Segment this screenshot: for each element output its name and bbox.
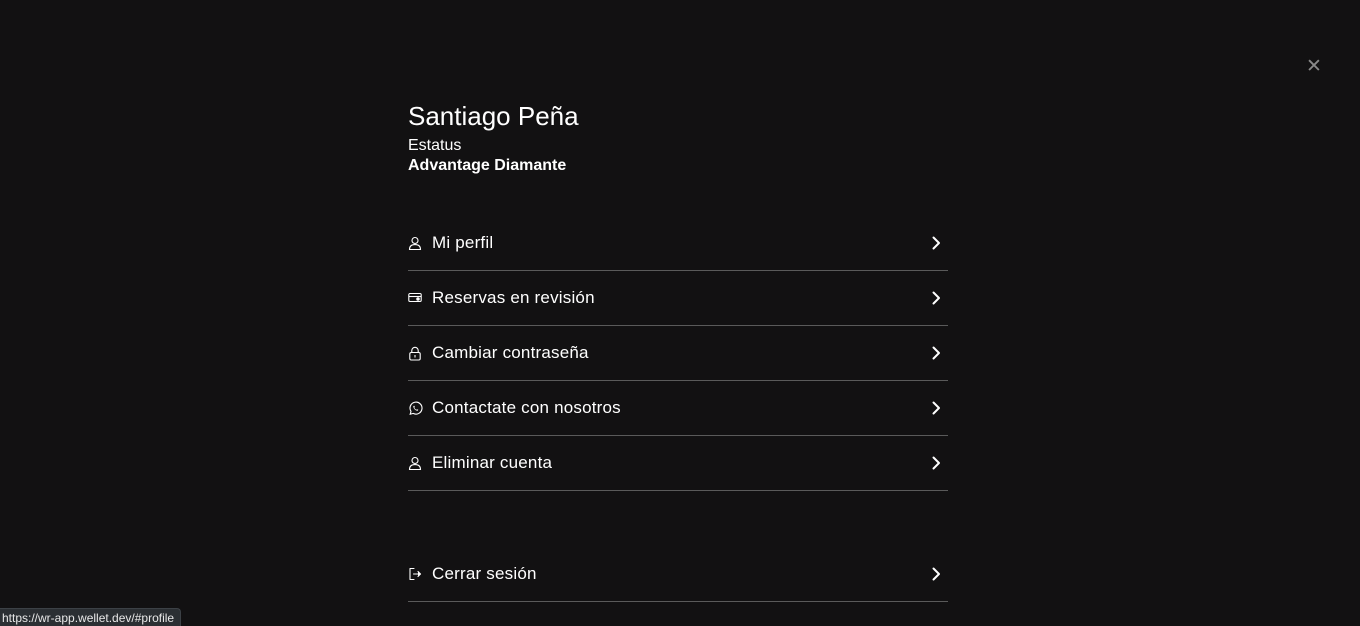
menu-item-label: Eliminar cuenta	[432, 453, 553, 472]
status-label: Estatus	[408, 137, 462, 154]
chevron-right-icon	[928, 566, 944, 582]
whatsapp-icon	[408, 399, 432, 417]
chevron-right-icon	[928, 290, 944, 306]
chevron-right-icon	[928, 455, 944, 471]
status-value: Advantage Diamante	[408, 157, 567, 174]
menu-item-reservas-en-revision[interactable]: Reservas en revisión	[408, 271, 948, 326]
profile-menu: Mi perfil Reservas en revisión Cambiar c…	[408, 216, 948, 602]
menu-item-label: Cambiar contraseña	[432, 343, 589, 362]
menu-item-contactate-con-nosotros[interactable]: Contactate con nosotros	[408, 381, 948, 436]
user-icon	[408, 454, 432, 472]
logout-icon	[408, 565, 432, 583]
menu-item-mi-perfil[interactable]: Mi perfil	[408, 216, 948, 271]
lock-icon	[408, 344, 432, 362]
menu-item-label: Cerrar sesión	[432, 564, 537, 583]
browser-status-url: https://wr-app.wellet.dev/#profile	[0, 608, 182, 626]
user-icon	[408, 234, 432, 252]
user-name: Santiago Peña	[408, 101, 579, 131]
chevron-right-icon	[928, 400, 944, 416]
chevron-right-icon	[928, 345, 944, 361]
ticket-icon	[408, 289, 432, 307]
chevron-right-icon	[928, 235, 944, 251]
profile-page: ✕ Santiago Peña Estatus Advantage Diaman…	[0, 0, 1360, 626]
profile-panel: Santiago Peña Estatus Advantage Diamante…	[408, 100, 948, 602]
menu-item-cambiar-contrasena[interactable]: Cambiar contraseña	[408, 326, 948, 381]
menu-item-label: Mi perfil	[432, 233, 494, 252]
menu-item-label: Contactate con nosotros	[432, 398, 621, 417]
menu-item-eliminar-cuenta[interactable]: Eliminar cuenta	[408, 436, 948, 491]
menu-item-label: Reservas en revisión	[432, 288, 595, 307]
close-icon[interactable]: ✕	[1305, 57, 1323, 76]
menu-item-cerrar-sesion[interactable]: Cerrar sesión	[408, 547, 948, 602]
